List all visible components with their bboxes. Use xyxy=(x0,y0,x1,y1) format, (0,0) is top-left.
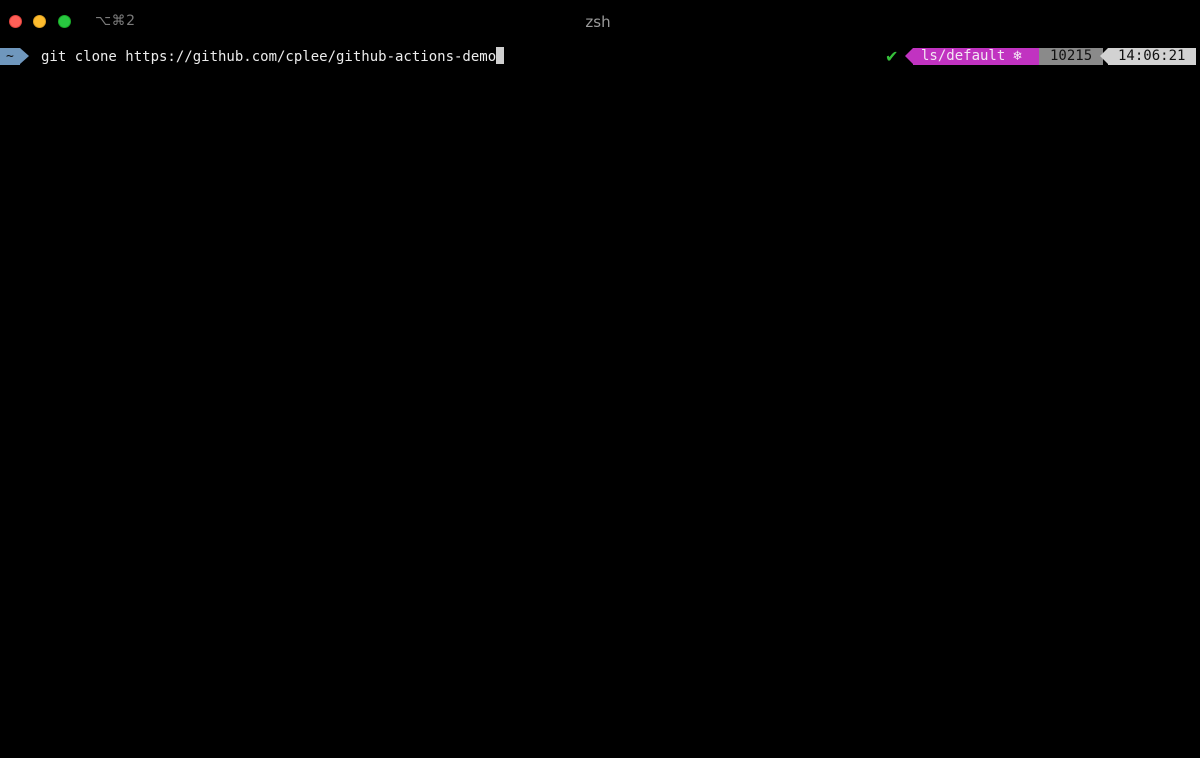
context-segment-arrow xyxy=(905,48,913,64)
history-segment-arrow xyxy=(1039,48,1047,64)
window-title: zsh xyxy=(585,13,611,31)
terminal-window: ⌥⌘2 zsh ~ git clone https://github.com/c… xyxy=(0,0,1200,758)
kube-context-label: ls/default xyxy=(921,48,1006,64)
history-segment: 10215 xyxy=(1039,48,1103,65)
time-segment: 14:06:21 xyxy=(1108,48,1196,65)
command-input[interactable]: git clone https://github.com/cplee/githu… xyxy=(41,47,505,67)
kube-context-segment: ls/default ❄ xyxy=(913,48,1039,65)
title-bar[interactable]: ⌥⌘2 zsh xyxy=(0,0,1200,42)
status-check-icon: ✔ xyxy=(885,47,899,66)
prompt-line[interactable]: ~ git clone https://github.com/cplee/git… xyxy=(0,47,1200,66)
directory-segment: ~ xyxy=(0,48,20,65)
directory-segment-arrow xyxy=(20,48,29,64)
time-segment-arrow xyxy=(1100,48,1108,64)
text-cursor xyxy=(496,47,505,64)
snowflake-icon: ❄ xyxy=(1013,48,1022,64)
command-text: git clone https://github.com/cplee/githu… xyxy=(41,49,497,65)
